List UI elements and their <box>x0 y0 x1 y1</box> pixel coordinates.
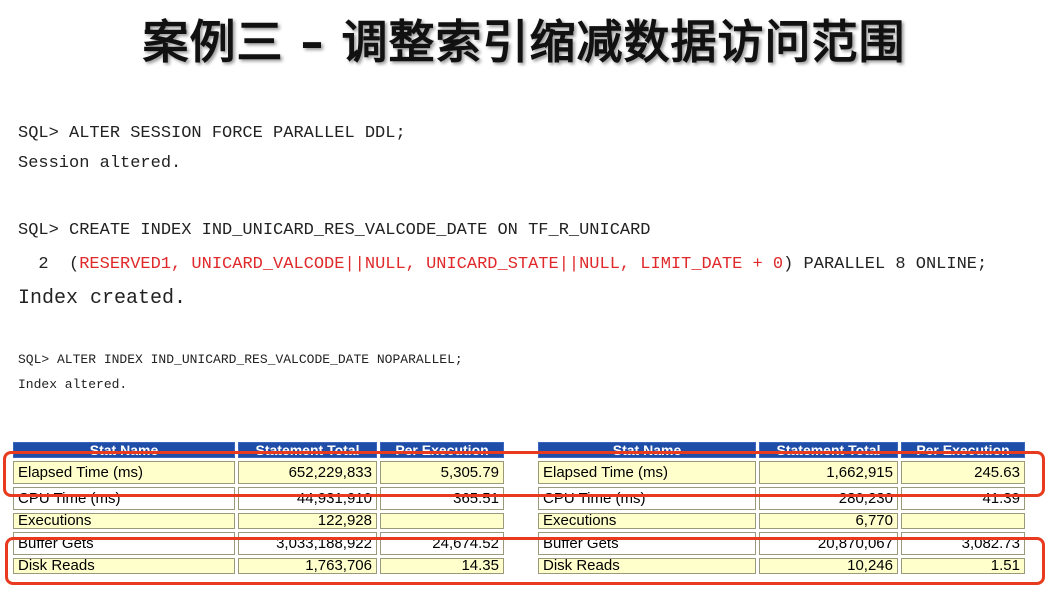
highlight-buffer-gets <box>5 537 1045 585</box>
sql-alter-session: SQL> ALTER SESSION FORCE PARALLEL DDL; <box>18 124 406 143</box>
index-columns-highlight: RESERVED1, UNICARD_VALCODE||NULL, UNICAR… <box>79 255 784 274</box>
slide-title: 案例三 – 调整索引缩减数据访问范围 <box>142 15 906 69</box>
per-execution <box>380 513 504 529</box>
stat-name: Executions <box>538 513 756 529</box>
table-row: Executions 6,770 <box>538 513 1025 529</box>
sql-alter-index: SQL> ALTER INDEX IND_UNICARD_RES_VALCODE… <box>18 352 463 367</box>
line-suffix: ) PARALLEL 8 ONLINE; <box>783 255 988 274</box>
statement-total: 122,928 <box>238 513 377 529</box>
table-row: Executions 122,928 <box>13 513 504 529</box>
sql-output-index-altered: Index altered. <box>18 377 128 392</box>
line-prefix: 2 ( <box>18 255 80 274</box>
sql-create-index: SQL> CREATE INDEX IND_UNICARD_RES_VALCOD… <box>18 221 651 240</box>
highlight-elapsed-time <box>3 451 1045 497</box>
sql-create-index-line2: 2 (RESERVED1, UNICARD_VALCODE||NULL, UNI… <box>18 255 987 274</box>
stat-name: Executions <box>13 513 235 529</box>
statement-total: 6,770 <box>759 513 898 529</box>
sql-output-index-created: Index created. <box>18 287 187 310</box>
per-execution <box>901 513 1025 529</box>
sql-output-session-altered: Session altered. <box>18 154 182 173</box>
